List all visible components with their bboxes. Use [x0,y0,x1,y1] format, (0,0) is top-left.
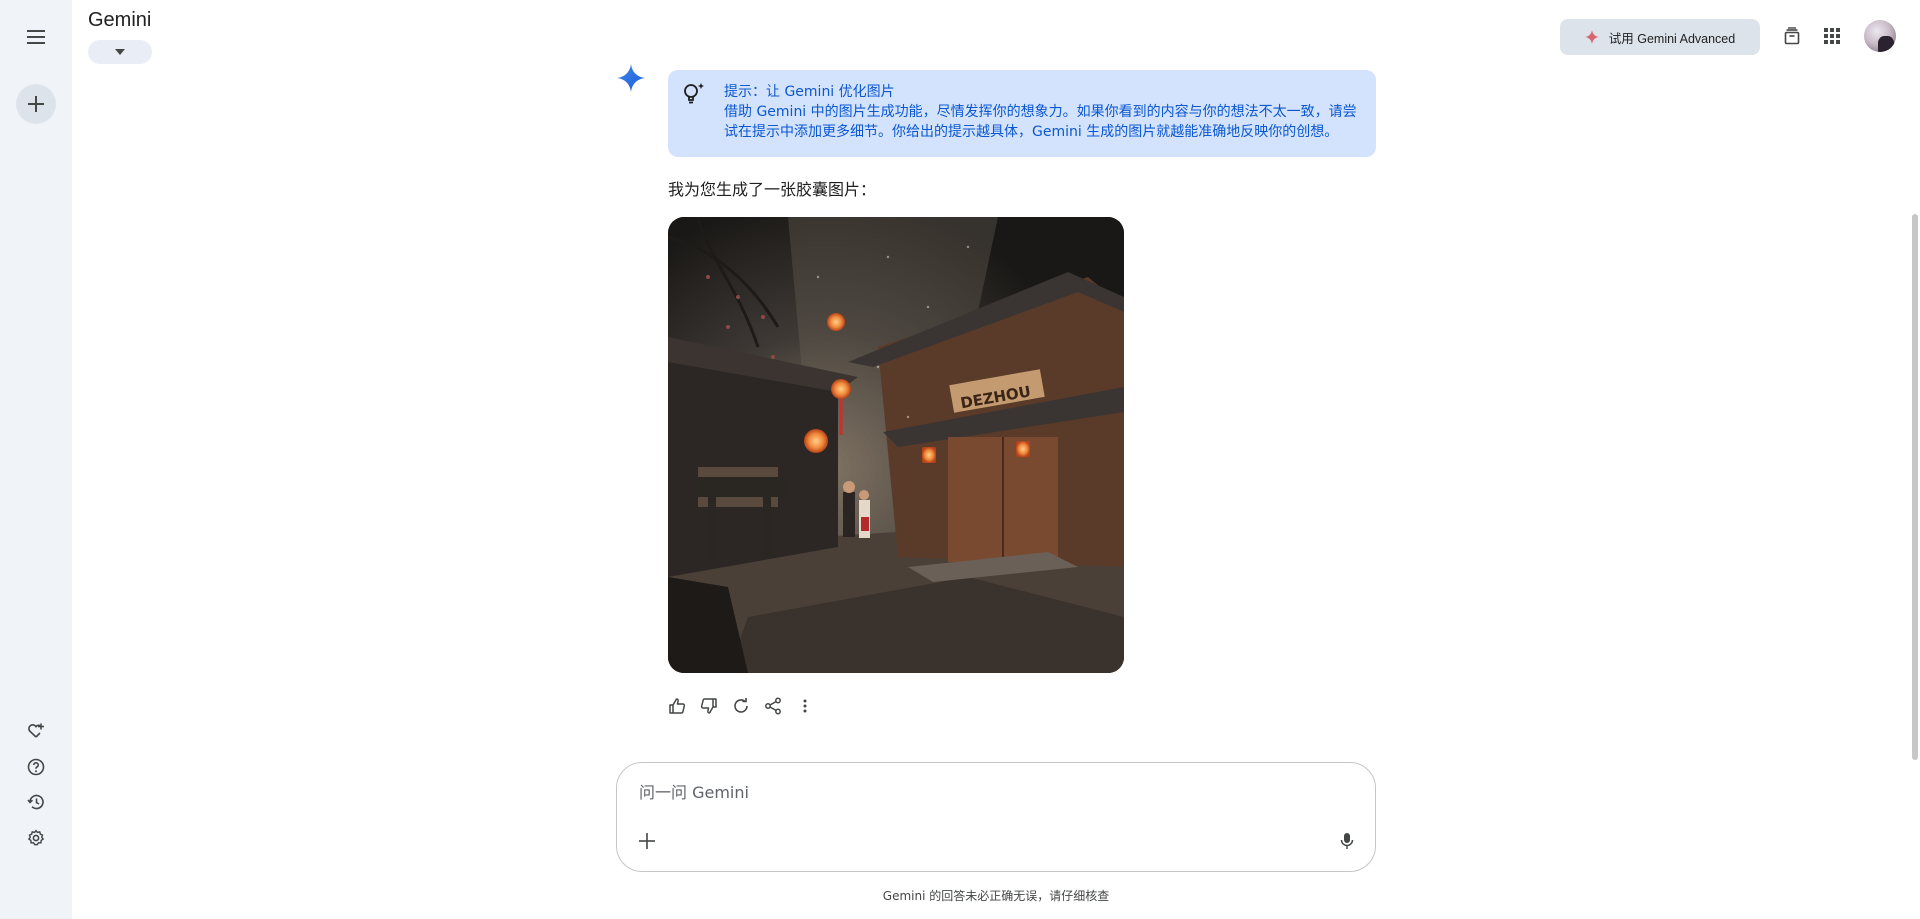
thumb-down-button[interactable] [698,695,720,717]
activity-button[interactable] [24,790,48,814]
side-rail [0,0,72,919]
thumb-up-button[interactable] [666,695,688,717]
plus-icon [639,833,655,849]
microphone-icon [1340,833,1354,849]
history-icon [27,794,44,810]
hamburger-icon[interactable] [23,24,49,50]
add-attachment-button[interactable] [635,829,659,853]
try-advanced-button[interactable]: 试用 Gemini Advanced [1560,19,1760,55]
account-avatar[interactable] [1864,20,1896,52]
heart-plus-icon [28,723,44,738]
tip-title: 提示：让 Gemini 优化图片 [724,84,895,100]
microphone-button[interactable] [1335,829,1359,853]
plus-icon [28,96,44,112]
new-chat-button[interactable] [16,84,56,124]
settings-button[interactable] [24,826,48,850]
sparkle-icon [1584,30,1599,44]
lightbulb-sparkle-icon [684,82,705,104]
apps-button[interactable] [1820,24,1844,48]
apps-grid-icon [1824,28,1840,44]
tip-body: 借助 Gemini 中的图片生成功能，尽情发挥你的想象力。如果你看到的内容与你的… [724,104,1357,140]
tip-card: 提示：让 Gemini 优化图片 借助 Gemini 中的图片生成功能，尽情发挥… [668,70,1376,157]
more-options-button[interactable] [794,695,816,717]
caret-down-icon [115,49,125,55]
archive-button[interactable] [1780,24,1804,48]
share-button[interactable] [762,695,784,717]
thumb-up-icon [669,698,686,714]
scrollbar-thumb[interactable] [1912,214,1918,760]
gem-manager-button[interactable] [24,719,48,743]
regenerate-button[interactable] [730,695,752,717]
app-title: Gemini [88,9,152,31]
gemini-sparkle-icon [617,64,645,92]
regenerate-icon [734,698,748,713]
help-icon [27,758,45,776]
try-advanced-label: 试用 Gemini Advanced [1608,31,1736,46]
gear-icon [28,829,44,846]
disclaimer-text: Gemini 的回答未必正确无误，请仔细核查 [882,889,1110,903]
model-selector[interactable] [88,40,152,64]
prompt-box [616,762,1376,872]
help-button[interactable] [24,755,48,779]
prompt-input[interactable] [637,779,1337,805]
generated-image[interactable]: DEZHOU [668,217,1124,673]
share-icon [765,697,781,715]
more-vert-icon [803,699,807,713]
reply-text: 我为您生成了一张胶囊图片： [668,180,877,199]
archive-icon [1784,27,1800,45]
thumb-down-icon [700,698,717,714]
